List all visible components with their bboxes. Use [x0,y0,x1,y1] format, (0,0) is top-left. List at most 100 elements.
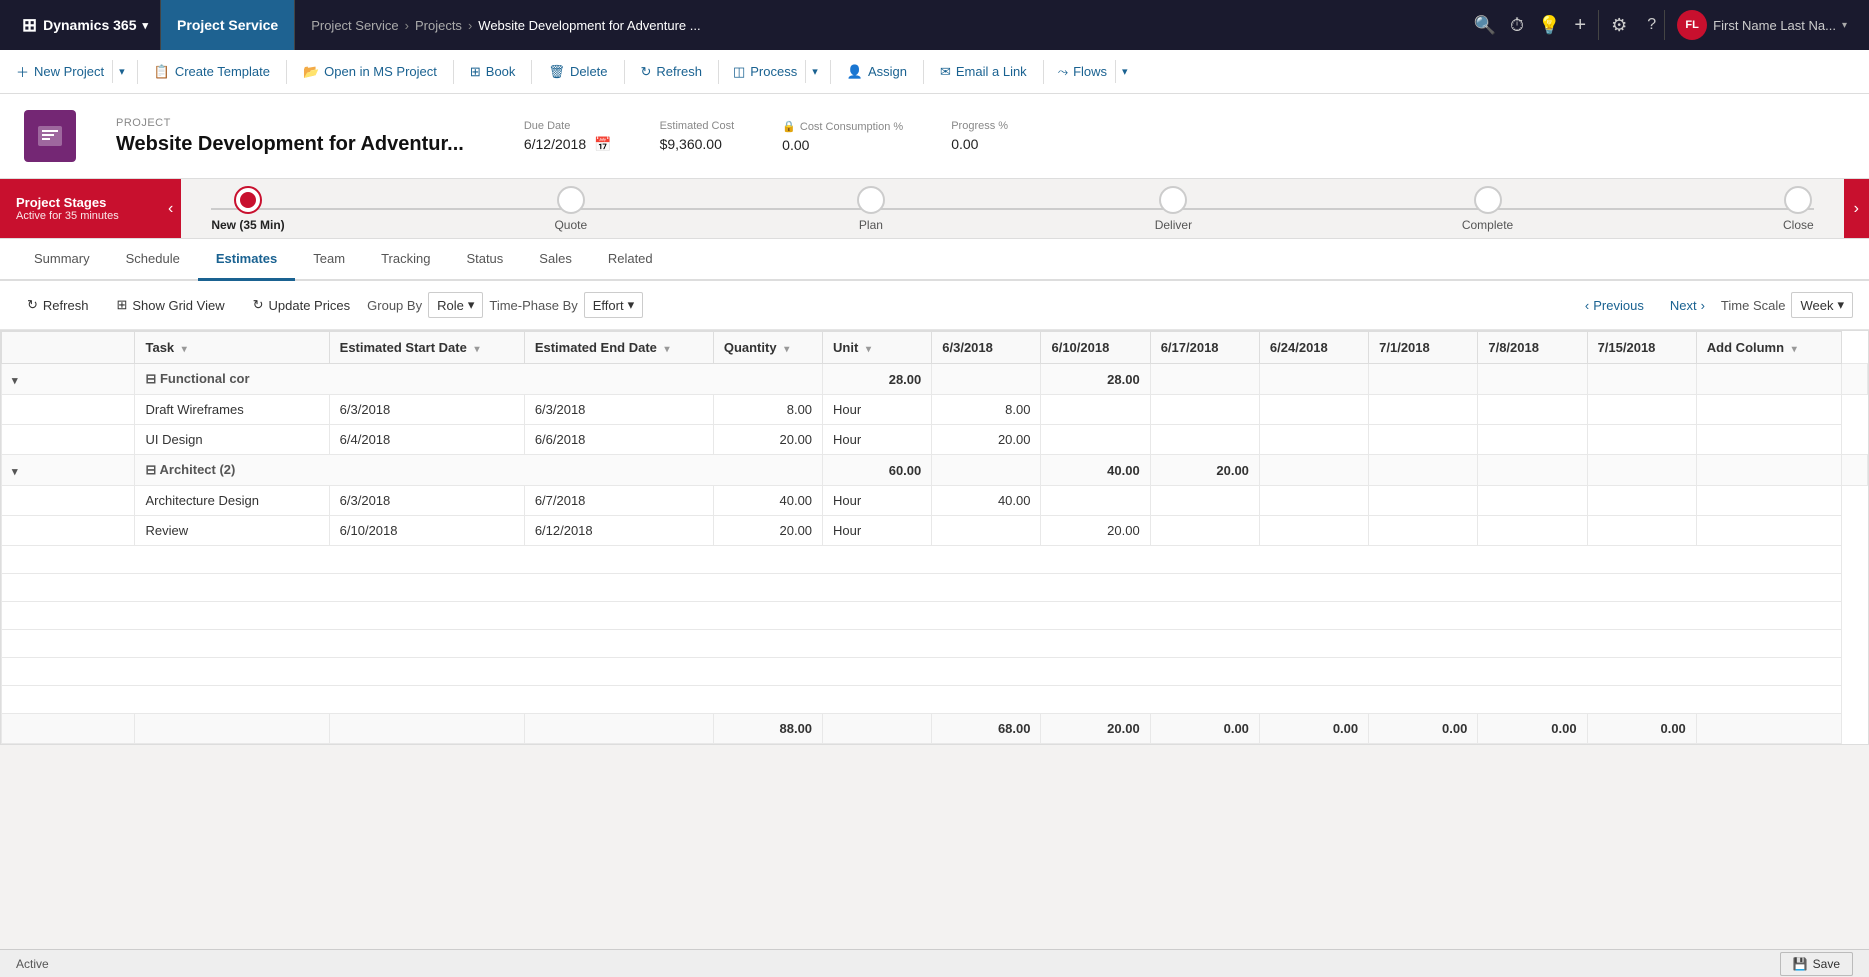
timescale-value: Week [1800,298,1833,313]
group-by-select-wrap[interactable]: Role ▾ [428,292,483,318]
stage-close[interactable]: Close [1783,186,1814,232]
open-ms-project-button[interactable]: 📂 Open in MS Project [293,59,447,85]
stage-deliver[interactable]: Deliver [1155,186,1192,232]
stage-plan[interactable]: Plan [857,186,885,232]
action-bar: ＋ New Project ▾ 📋 Create Template 📂 Open… [0,50,1869,94]
next-button[interactable]: Next › [1660,293,1715,318]
tab-status[interactable]: Status [448,239,521,281]
flows-dropdown[interactable]: ▾ [1115,60,1134,83]
flows-button[interactable]: ⤳ Flows [1050,59,1115,85]
email-link-button[interactable]: ✉ Email a Link [930,59,1037,85]
update-prices-button[interactable]: ↻ Update Prices [242,291,362,319]
stage-new[interactable]: New (35 Min) [211,186,284,232]
tab-summary[interactable]: Summary [16,239,108,281]
stage-name-complete: Complete [1462,218,1513,232]
group-d0610: 20.00 [1150,455,1259,486]
stage-prev-button[interactable]: ‹ [160,179,181,238]
previous-button[interactable]: ‹ Previous [1575,293,1654,318]
divider-8 [923,60,924,84]
row-d0617 [1150,516,1259,546]
add-icon[interactable]: + [1574,14,1586,37]
refresh-button[interactable]: ↻ Refresh [631,59,712,85]
cost-consumption-label: 🔒Cost Consumption % [782,120,903,133]
total-end [524,714,713,744]
project-label: PROJECT [116,117,464,129]
total-role [2,714,135,744]
settings-icon[interactable]: ⚙ [1599,15,1639,36]
tab-estimates[interactable]: Estimates [198,239,295,281]
user-menu[interactable]: FL First Name Last Na... ▾ [1664,10,1859,40]
search-icon[interactable]: 🔍 [1474,15,1496,36]
estimated-cost-value: $9,360.00 [660,136,735,152]
empty-row [2,630,1868,658]
due-date-label: Due Date [524,120,612,132]
col-header-end[interactable]: Estimated End Date ▾ [524,332,713,364]
divider-7 [830,60,831,84]
col-header-addcol[interactable]: Add Column ▾ [1696,332,1842,364]
tab-team[interactable]: Team [295,239,363,281]
breadcrumb-sep-1: › [405,18,409,33]
stage-complete[interactable]: Complete [1462,186,1513,232]
breadcrumb-item-2[interactable]: Projects [415,18,462,33]
timescale-label: Time Scale [1721,298,1786,313]
est-refresh-button[interactable]: ↻ Refresh [16,291,99,319]
tab-sales[interactable]: Sales [521,239,590,281]
create-template-button[interactable]: 📋 Create Template [144,59,280,85]
row-qty: 20.00 [713,516,822,546]
tab-schedule[interactable]: Schedule [108,239,198,281]
row-d0617 [1150,486,1259,516]
group-expand[interactable]: ▾ [2,364,135,395]
divider-3 [453,60,454,84]
table-row: Draft Wireframes 6/3/2018 6/3/2018 8.00 … [2,395,1868,425]
tab-related[interactable]: Related [590,239,671,281]
row-qty: 8.00 [713,395,822,425]
stage-next-button[interactable]: › [1844,179,1869,238]
grid-header-row: Task ▾ Estimated Start Date ▾ Estimated … [2,332,1868,364]
recent-icon[interactable]: ⏱ [1510,15,1524,36]
col-header-start[interactable]: Estimated Start Date ▾ [329,332,524,364]
delete-button[interactable]: 🗑 Delete [538,59,617,85]
col-header-unit[interactable]: Unit ▾ [823,332,932,364]
new-project-split: ＋ New Project ▾ [8,57,131,86]
save-button[interactable]: 💾 Save [1780,952,1853,976]
table-row: Architecture Design 6/3/2018 6/7/2018 40… [2,486,1868,516]
col-header-task[interactable]: Task ▾ [135,332,329,364]
col-header-d0603: 6/3/2018 [932,332,1041,364]
new-project-dropdown[interactable]: ▾ [112,60,131,83]
assign-button[interactable]: 👤 Assign [837,59,917,85]
time-phase-select-wrap[interactable]: Effort ▾ [584,292,643,318]
update-prices-icon: ↻ [253,297,264,313]
user-avatar: FL [1677,10,1707,40]
calendar-icon[interactable]: 📅 [594,136,611,153]
cost-consumption-value: 0.00 [782,137,903,153]
breadcrumb-item-1[interactable]: Project Service [311,18,398,33]
new-project-button[interactable]: ＋ New Project [8,57,112,86]
process-dropdown[interactable]: ▾ [805,60,824,83]
stage-circle-close [1784,186,1812,214]
timescale-select-wrap[interactable]: Week ▾ [1791,292,1853,318]
flows-split: ⤳ Flows ▾ [1050,59,1134,85]
notification-icon[interactable]: 💡 [1538,15,1560,36]
save-icon: 💾 [1793,957,1808,971]
project-info: PROJECT Website Development for Adventur… [116,117,464,156]
dynamics-brand[interactable]: ⊞ Dynamics 365 ▾ [10,0,161,50]
group-unit [932,364,1041,395]
totals-row: 88.00 68.00 20.00 0.00 0.00 0.00 0.00 0.… [2,714,1868,744]
col-header-qty[interactable]: Quantity ▾ [713,332,822,364]
group-expand[interactable]: ▾ [2,455,135,486]
divider-2 [286,60,287,84]
progress-label: Progress % [951,120,1008,132]
tab-tracking[interactable]: Tracking [363,239,448,281]
help-icon[interactable]: ? [1639,16,1664,34]
group-by-chevron: ▾ [468,297,475,313]
stage-label-box: Project Stages Active for 35 minutes [0,179,160,238]
process-button[interactable]: ◫ Process [725,59,805,85]
group-unit [932,455,1041,486]
show-grid-view-button[interactable]: ⊞ Show Grid View [105,291,235,319]
book-icon: ⊞ [470,64,481,80]
row-role [2,425,135,455]
stage-quote[interactable]: Quote [554,186,587,232]
row-unit: Hour [823,516,932,546]
book-button[interactable]: ⊞ Book [460,59,526,85]
col-header-d0708: 7/8/2018 [1478,332,1587,364]
